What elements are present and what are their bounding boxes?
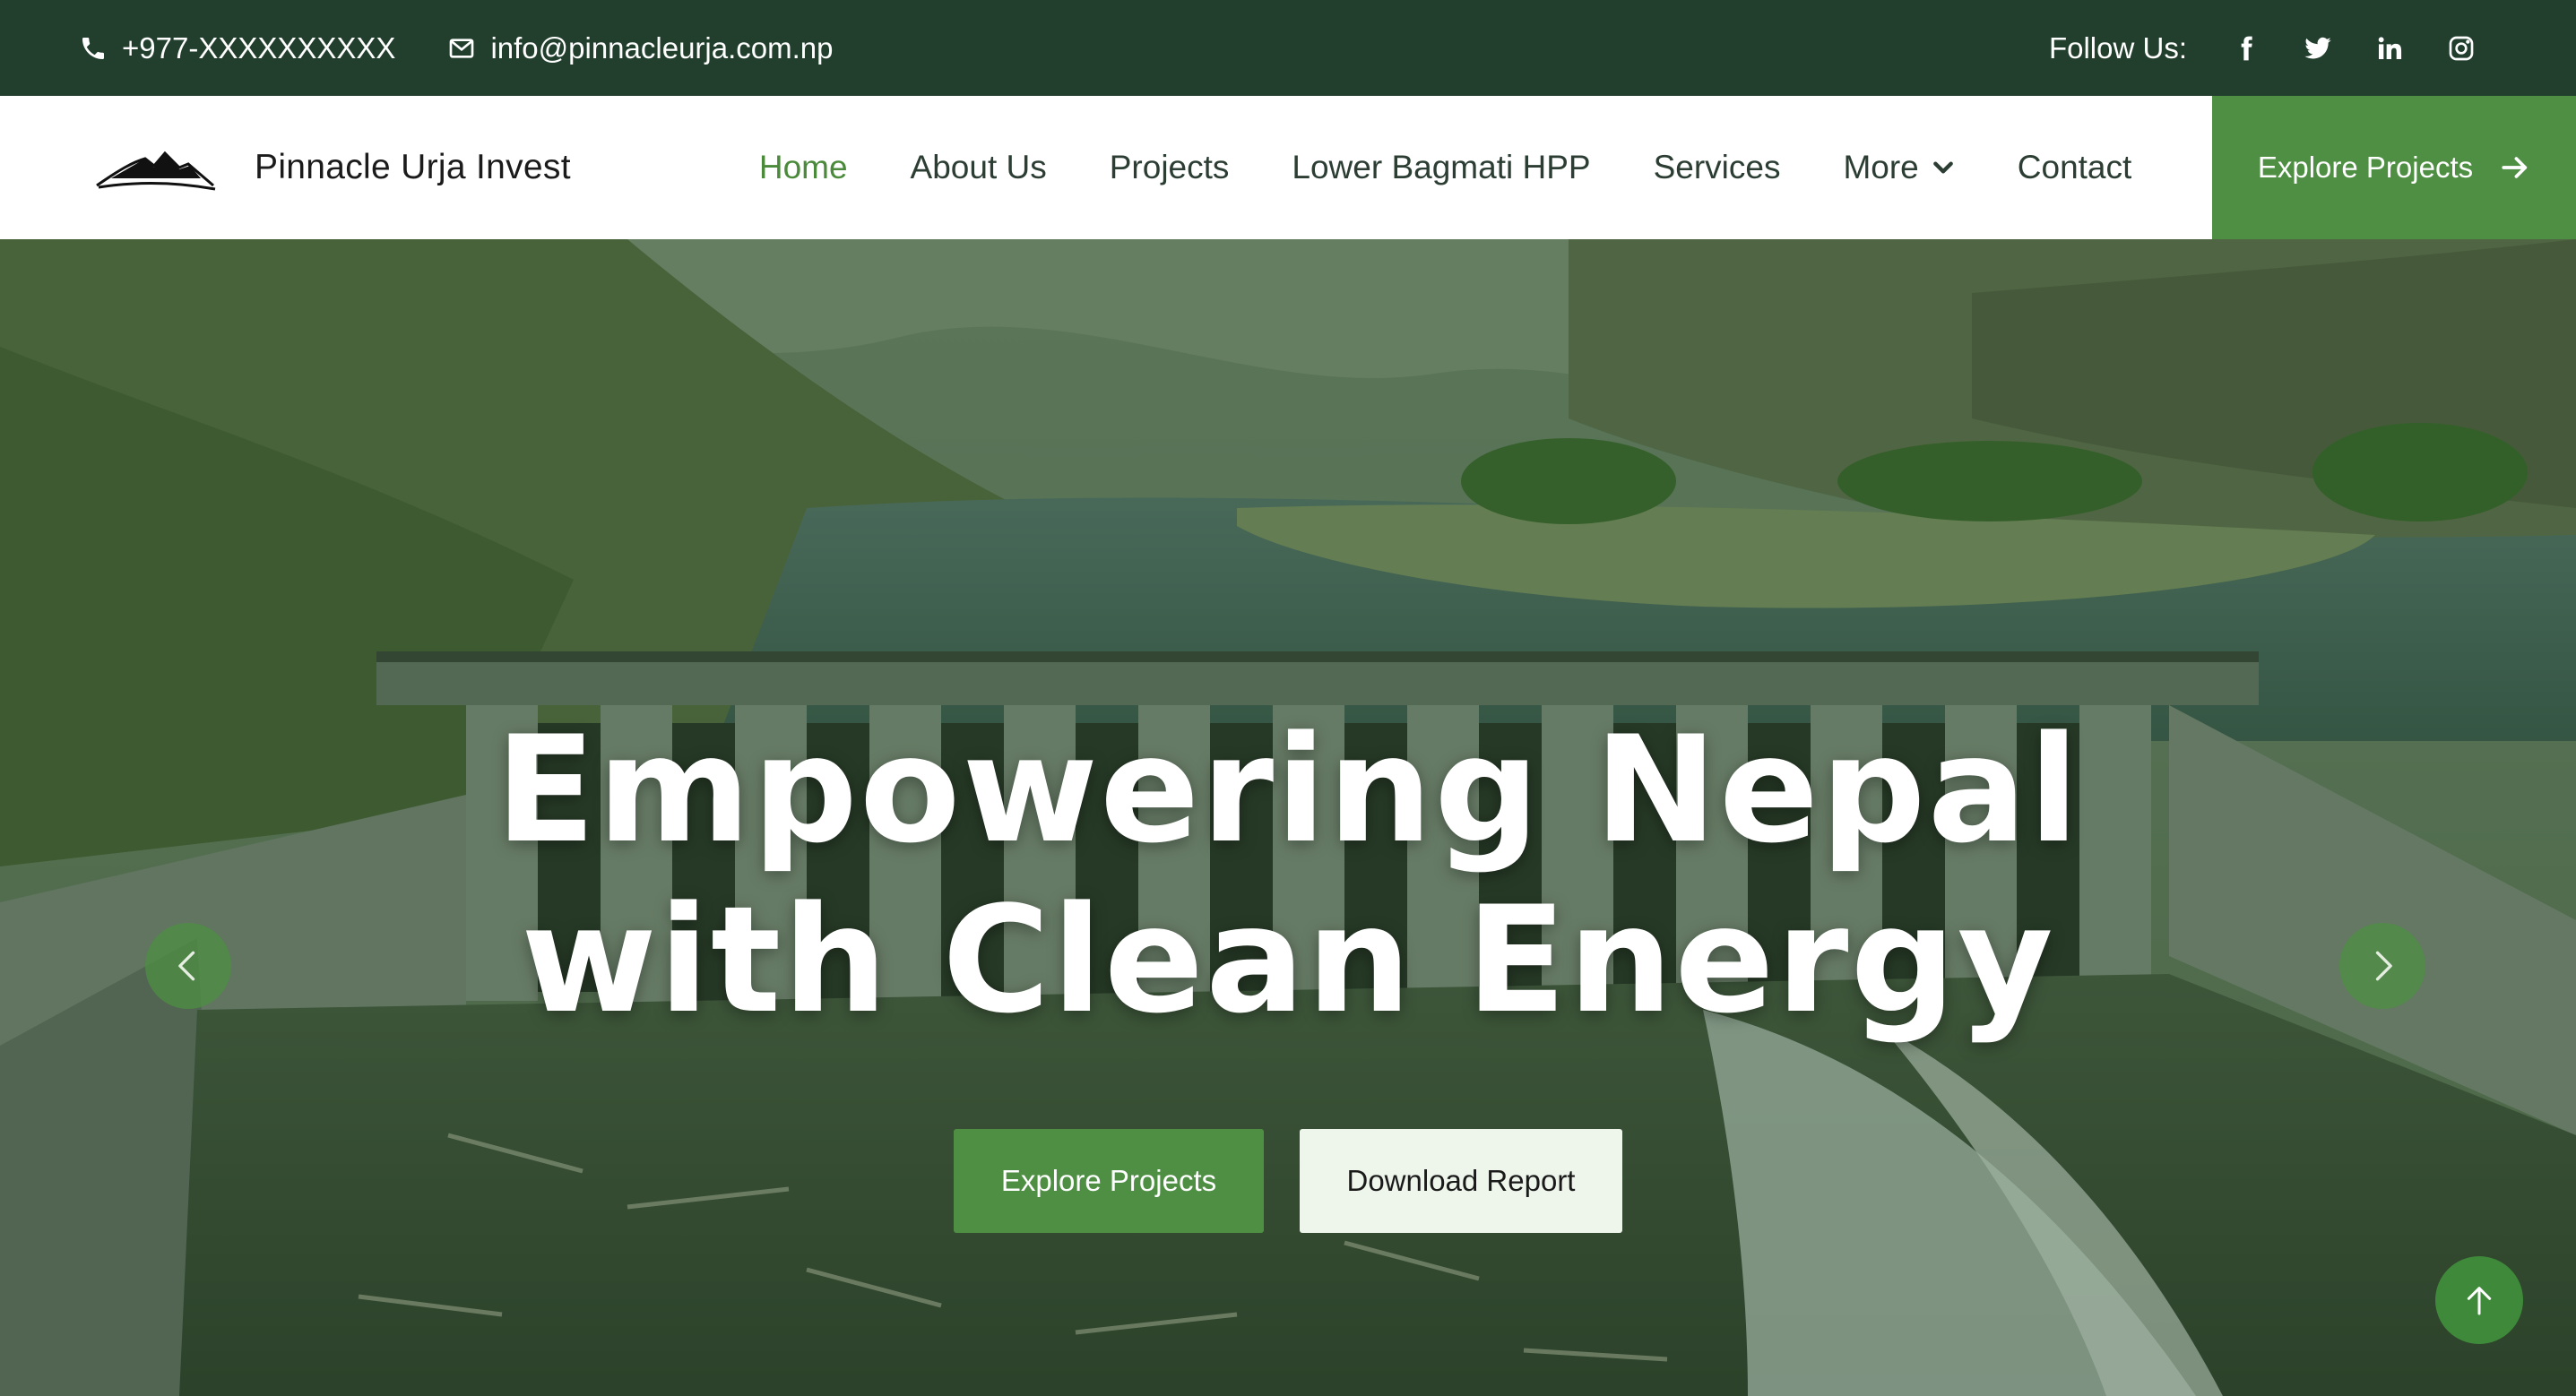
brand-name: Pinnacle Urja Invest [255, 148, 571, 186]
linkedin-link[interactable] [2354, 22, 2425, 75]
follow-us-label: Follow Us: [2048, 30, 2187, 65]
chevron-right-icon [2375, 951, 2392, 981]
nav-services[interactable]: Services [1654, 149, 1781, 186]
email-address: info@pinnacleurja.com.np [490, 30, 834, 65]
nav-more-dropdown[interactable]: More [1843, 149, 1954, 186]
twitter-link[interactable] [2282, 22, 2354, 75]
arrow-right-icon [2502, 157, 2528, 178]
phone-number: +977-XXXXXXXXXX [122, 30, 396, 65]
nav-home[interactable]: Home [759, 149, 848, 186]
twitter-icon [2304, 37, 2331, 58]
hero-slider: Empowering Nepal with Clean Energy Explo… [0, 239, 2576, 1396]
arrow-up-icon [2467, 1287, 2492, 1315]
chevron-down-icon [1932, 161, 1953, 174]
explore-projects-button[interactable]: Explore Projects [954, 1129, 1264, 1233]
nav-about-us-label: About Us [910, 149, 1047, 185]
social-links: Follow Us: [2049, 22, 2497, 75]
hero-headline: Empowering Nepal with Clean Energy [0, 705, 2576, 1046]
slider-next-button[interactable] [2339, 923, 2425, 1009]
nav-more-label: More [1843, 149, 1919, 185]
mountain-logo-icon [96, 151, 216, 191]
nav-services-label: Services [1653, 149, 1781, 185]
instagram-link[interactable] [2425, 22, 2497, 75]
instagram-icon [2449, 36, 2474, 60]
facebook-icon [2241, 36, 2252, 60]
email-contact[interactable]: info@pinnacleurja.com.np [447, 31, 833, 65]
explore-projects-nav-button[interactable]: Explore Projects [2212, 96, 2576, 239]
scroll-to-top-button[interactable] [2435, 1256, 2523, 1344]
hero-actions: Explore Projects Download Report [0, 1129, 2576, 1233]
nav-contact-label: Contact [2017, 149, 2132, 185]
top-contact-bar: +977-XXXXXXXXXX info@pinnacleurja.com.np… [0, 0, 2576, 96]
envelope-icon [450, 38, 474, 58]
phone-icon [82, 37, 104, 59]
nav-home-label: Home [758, 149, 848, 185]
slider-prev-button[interactable] [145, 923, 231, 1009]
nav-about-us[interactable]: About Us [911, 149, 1047, 186]
linkedin-icon [2378, 36, 2402, 59]
chevron-left-icon [178, 951, 195, 981]
main-navbar: Pinnacle Urja Invest Home About Us Proje… [0, 96, 2576, 239]
hero-headline-line-1: Empowering Nepal [495, 704, 2081, 875]
facebook-link[interactable] [2210, 22, 2282, 75]
nav-lower-bagmati-hpp[interactable]: Lower Bagmati HPP [1292, 149, 1590, 186]
explore-projects-nav-label: Explore Projects [2257, 151, 2474, 184]
nav-contact[interactable]: Contact [2018, 149, 2132, 186]
primary-nav: Home About Us Projects Lower Bagmati HPP… [759, 149, 2194, 186]
hero-headline-line-2: with Clean Energy [521, 875, 2055, 1046]
nav-projects-label: Projects [1109, 149, 1230, 185]
phone-contact[interactable]: +977-XXXXXXXXXX [79, 31, 395, 65]
brand[interactable]: Pinnacle Urja Invest [93, 142, 571, 193]
download-report-button[interactable]: Download Report [1300, 1129, 1622, 1233]
nav-projects[interactable]: Projects [1110, 149, 1230, 186]
nav-lower-bagmati-hpp-label: Lower Bagmati HPP [1292, 149, 1591, 185]
